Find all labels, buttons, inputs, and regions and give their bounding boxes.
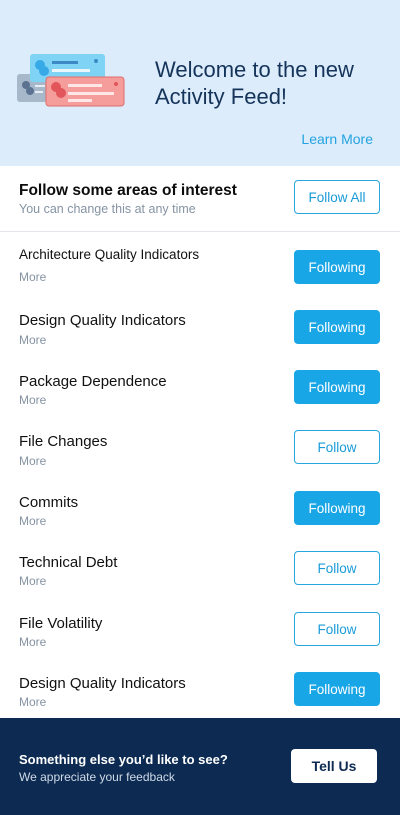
feedback-title: Something else you’d like to see?: [19, 752, 228, 767]
topic-name: File Changes: [19, 433, 108, 450]
topic-more-link[interactable]: More: [19, 454, 46, 468]
feedback-footer: Something else you’d like to see? We app…: [0, 718, 400, 815]
follow-all-button[interactable]: Follow All: [294, 180, 380, 214]
topic-name: Commits: [19, 494, 79, 511]
topic-more-link[interactable]: More: [19, 574, 46, 588]
following-button[interactable]: Following: [294, 370, 380, 404]
activity-cards-illustration: [17, 54, 125, 107]
topic-name: Design Quality Indicators: [19, 675, 186, 692]
feedback-subtitle: We appreciate your feedback: [19, 770, 175, 784]
topic-row-file-changes: File Changes More Follow: [0, 417, 400, 477]
learn-more-link[interactable]: Learn More: [301, 131, 373, 147]
topic-more-link[interactable]: More: [19, 514, 46, 528]
topic-more-link[interactable]: More: [19, 393, 46, 407]
following-button[interactable]: Following: [294, 310, 380, 344]
topic-name: File Volatility: [19, 615, 103, 632]
tell-us-button[interactable]: Tell Us: [291, 749, 377, 783]
topic-row-commits: Commits More Following: [0, 477, 400, 537]
topic-more-link[interactable]: More: [19, 635, 46, 649]
topic-more-link[interactable]: More: [19, 695, 46, 709]
follow-button[interactable]: Follow: [294, 551, 380, 585]
topic-row-package-dependence: Package Dependence More Following: [0, 356, 400, 416]
topic-row-file-volatility: File Volatility More Follow: [0, 598, 400, 658]
topic-name: Architecture Quality Indicators: [19, 247, 200, 262]
page-title: Welcome to the new Activity Feed!: [155, 57, 354, 109]
topic-name: Design Quality Indicators: [19, 312, 186, 329]
interests-title: Follow some areas of interest: [19, 182, 237, 199]
topic-row-architecture-quality-indicators: Architecture Quality Indicators More Fol…: [0, 236, 400, 296]
following-button[interactable]: Following: [294, 250, 380, 284]
follow-button[interactable]: Follow: [294, 612, 380, 646]
topic-more-link[interactable]: More: [19, 270, 46, 284]
following-button[interactable]: Following: [294, 672, 380, 706]
following-button[interactable]: Following: [294, 491, 380, 525]
topic-name: Technical Debt: [19, 554, 118, 571]
topic-more-link[interactable]: More: [19, 333, 46, 347]
welcome-banner: Welcome to the new Activity Feed! Learn …: [0, 0, 400, 166]
topic-row-technical-debt: Technical Debt More Follow: [0, 538, 400, 598]
follow-button[interactable]: Follow: [294, 430, 380, 464]
interests-subtitle: You can change this at any time: [19, 202, 196, 216]
interests-header: Follow some areas of interest You can ch…: [0, 166, 400, 232]
topic-name: Package Dependence: [19, 373, 167, 390]
topic-row-design-quality-indicators-2: Design Quality Indicators More Following: [0, 658, 400, 718]
topic-row-design-quality-indicators: Design Quality Indicators More Following: [0, 296, 400, 356]
